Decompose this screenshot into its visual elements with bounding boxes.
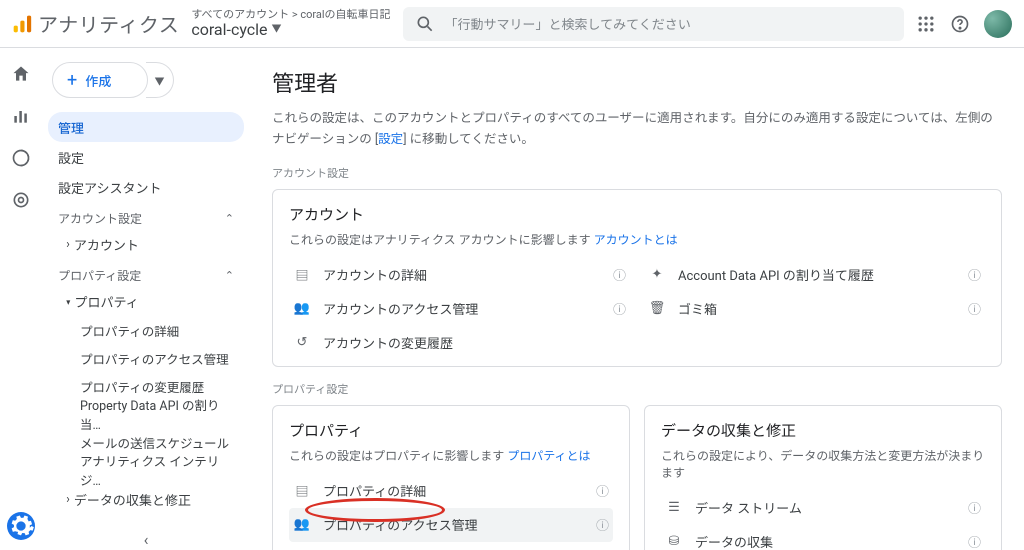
people-icon: 👥 <box>293 517 311 532</box>
help-icon[interactable]: ⓘ <box>968 265 981 284</box>
row-data-collection[interactable]: ⛁データの収集ⓘ <box>661 525 985 550</box>
reports-icon[interactable] <box>11 106 31 126</box>
sidebar-section-property[interactable]: プロパティ設定 ⌃ <box>48 259 244 286</box>
logo-text: アナリティクス <box>38 9 179 38</box>
property-name: coral-cycle <box>191 21 267 39</box>
breadcrumb: すべてのアカウント > coralの自転車日記 <box>191 9 390 21</box>
nav-rail <box>0 48 42 550</box>
section-label-account: アカウント設定 <box>272 165 1002 181</box>
card-subtitle: これらの設定はプロパティに影響します プロパティとは <box>289 447 613 464</box>
advertising-icon[interactable] <box>11 190 31 210</box>
stream-icon: ☰ <box>665 500 683 515</box>
chevron-down-icon: ▼ <box>272 24 282 35</box>
help-icon[interactable]: ⓘ <box>968 532 981 550</box>
chevron-right-icon <box>66 237 74 252</box>
help-icon[interactable] <box>950 14 970 34</box>
row-account-dataapi[interactable]: ✦Account Data API の割り当て履歴ⓘ <box>644 258 985 292</box>
create-label: 作成 <box>85 71 111 90</box>
search-input[interactable]: 「行動サマリー」と検索してみてください <box>403 7 904 41</box>
row-trash[interactable]: 🗑ゴミ箱ⓘ <box>644 292 985 326</box>
trash-icon: 🗑 <box>648 301 666 316</box>
chevron-down-icon <box>66 294 75 309</box>
card-title: アカウント <box>289 204 985 225</box>
help-icon[interactable]: ⓘ <box>613 299 626 318</box>
analytics-logo-icon <box>12 14 32 34</box>
details-icon: ▤ <box>293 481 311 500</box>
plus-icon: + <box>67 70 77 91</box>
page-title: 管理者 <box>272 66 1002 98</box>
admin-gear-icon[interactable] <box>7 512 35 540</box>
help-icon[interactable]: ⓘ <box>613 265 626 284</box>
row-property-access[interactable]: 👥プロパティのアクセス管理ⓘ <box>289 508 613 542</box>
chevron-up-icon: ⌃ <box>225 269 234 282</box>
sidebar-item-assistant[interactable]: 設定アシスタント <box>48 172 244 202</box>
row-account-history[interactable]: ↺アカウントの変更履歴 <box>289 326 630 360</box>
settings-link[interactable]: 設定 <box>378 132 403 147</box>
card-subtitle: これらの設定はアナリティクス アカウントに影響します アカウントとは <box>289 231 985 248</box>
card-title: プロパティ <box>289 420 613 441</box>
sidebar-item-account[interactable]: アカウント <box>48 229 244 259</box>
explore-icon[interactable] <box>11 148 31 168</box>
row-account-details[interactable]: ▤アカウントの詳細ⓘ <box>289 258 630 292</box>
row-data-streams[interactable]: ☰データ ストリームⓘ <box>661 491 985 525</box>
row-account-access[interactable]: 👥アカウントのアクセス管理ⓘ <box>289 292 630 326</box>
card-title: データの収集と修正 <box>661 420 985 441</box>
card-subtitle: これらの設定により、データの収集方法と変更方法が決まります <box>661 447 985 481</box>
home-icon[interactable] <box>11 64 31 84</box>
card-property: プロパティ これらの設定はプロパティに影響します プロパティとは ▤プロパティの… <box>272 405 630 550</box>
chevron-down-icon: ▼ <box>155 73 165 88</box>
row-property-history[interactable]: ↺プロパティの変更履歴ⓘ <box>289 542 613 550</box>
api-icon: ✦ <box>648 267 666 282</box>
search-icon <box>415 14 435 34</box>
logo[interactable]: アナリティクス <box>12 9 179 38</box>
search-placeholder: 「行動サマリー」と検索してみてください <box>445 14 691 33</box>
create-dropdown[interactable]: ▼ <box>146 62 174 98</box>
help-icon[interactable]: ⓘ <box>596 515 609 534</box>
help-icon[interactable]: ⓘ <box>968 498 981 517</box>
apps-icon[interactable] <box>916 14 936 34</box>
chevron-right-icon <box>66 492 74 507</box>
sidebar-section-account[interactable]: アカウント設定 ⌃ <box>48 202 244 229</box>
sidebar-item-property-dataapi[interactable]: Property Data API の割り当… <box>70 400 244 428</box>
people-icon: 👥 <box>293 301 311 316</box>
sidebar-item-property-details[interactable]: プロパティの詳細 <box>70 316 244 344</box>
create-button[interactable]: + 作成 <box>52 62 148 98</box>
sidebar-item-settings[interactable]: 設定 <box>48 142 244 172</box>
breadcrumb-account: coralの自転車日記 <box>300 8 390 21</box>
admin-sidebar: + 作成 ▼ 管理 設定 設定アシスタント アカウント設定 ⌃ アカウント プロ… <box>42 48 250 550</box>
database-icon: ⛁ <box>665 534 683 549</box>
breadcrumb-root: すべてのアカウント <box>191 8 289 21</box>
details-icon: ▤ <box>293 265 311 284</box>
page-description: これらの設定は、このアカウントとプロパティのすべてのユーザーに適用されます。自分… <box>272 108 1002 151</box>
sidebar-item-admin[interactable]: 管理 <box>48 112 244 142</box>
history-icon: ↺ <box>293 335 311 350</box>
sidebar-item-intelligence[interactable]: アナリティクス インテリジ… <box>70 456 244 484</box>
main-content: 管理者 これらの設定は、このアカウントとプロパティのすべてのユーザーに適用されま… <box>250 48 1024 550</box>
card-data-collection: データの収集と修正 これらの設定により、データの収集方法と変更方法が決まります … <box>644 405 1002 550</box>
section-label-property: プロパティ設定 <box>272 381 1002 397</box>
account-help-link[interactable]: アカウントとは <box>594 233 678 247</box>
help-icon[interactable]: ⓘ <box>968 299 981 318</box>
chevron-up-icon: ⌃ <box>225 212 234 225</box>
row-property-details[interactable]: ▤プロパティの詳細ⓘ <box>289 474 613 508</box>
card-account: アカウント これらの設定はアナリティクス アカウントに影響します アカウントとは… <box>272 189 1002 367</box>
property-selector[interactable]: すべてのアカウント > coralの自転車日記 coral-cycle ▼ <box>191 9 390 39</box>
property-help-link[interactable]: プロパティとは <box>507 449 590 463</box>
avatar[interactable] <box>984 10 1012 38</box>
sidebar-item-property-access[interactable]: プロパティのアクセス管理 <box>70 344 244 372</box>
collapse-sidebar-icon[interactable]: ‹ <box>144 530 149 549</box>
app-header: アナリティクス すべてのアカウント > coralの自転車日記 coral-cy… <box>0 0 1024 48</box>
sidebar-item-property[interactable]: プロパティ <box>48 286 244 316</box>
help-icon[interactable]: ⓘ <box>596 481 609 500</box>
